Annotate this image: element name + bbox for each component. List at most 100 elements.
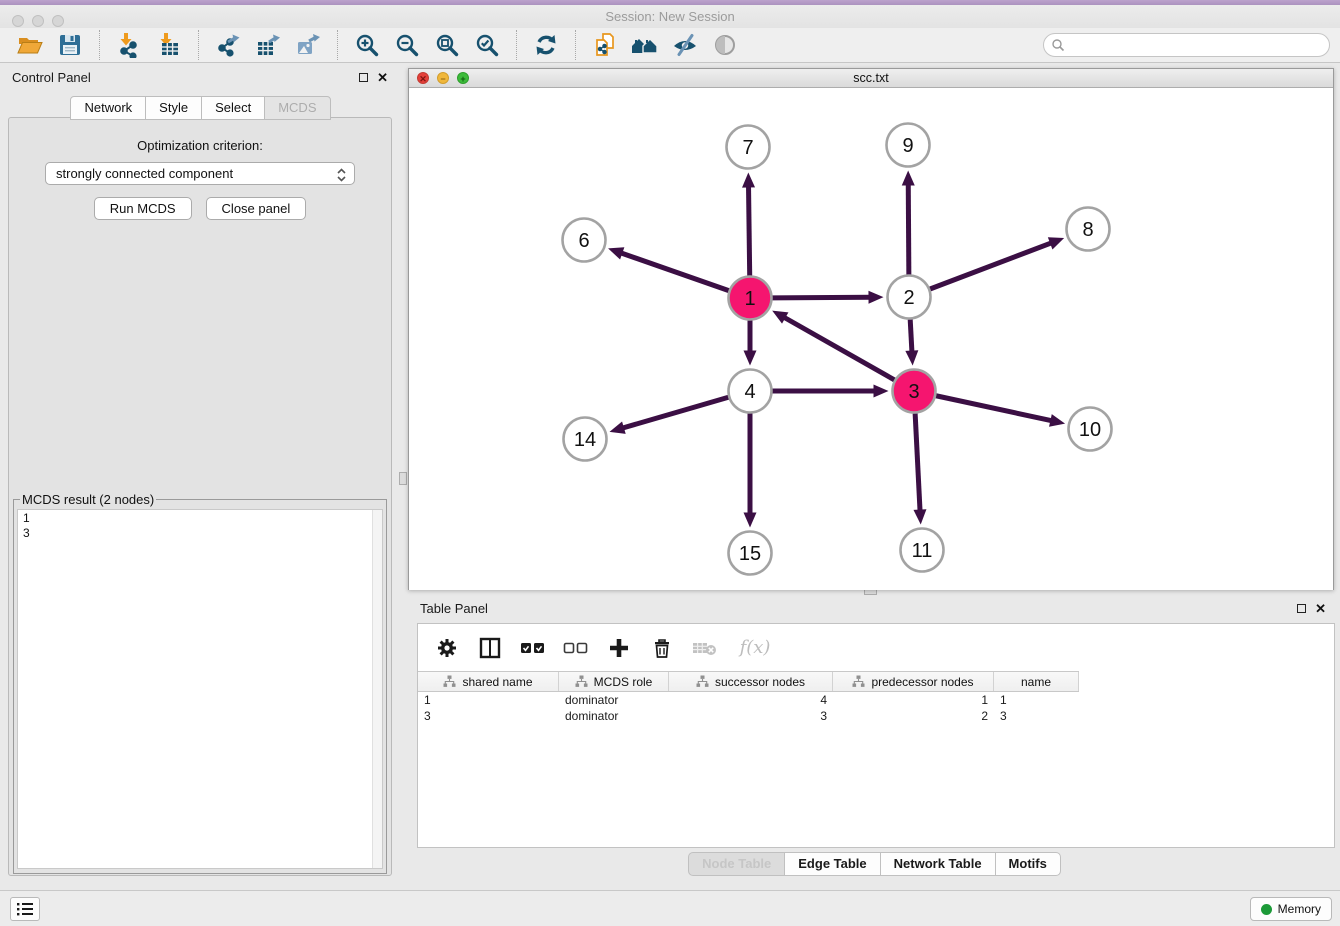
optimization-criterion-select[interactable]: strongly connected component — [45, 162, 355, 185]
float-panel-icon[interactable] — [359, 73, 368, 82]
close-table-panel-icon[interactable]: ✕ — [1315, 602, 1326, 615]
tab-mcds[interactable]: MCDS — [264, 96, 330, 120]
table-row[interactable]: 1dominator411 — [418, 692, 1079, 708]
edge-3-11[interactable] — [915, 413, 920, 512]
tab-select[interactable]: Select — [201, 96, 265, 120]
network-canvas[interactable]: 1234678910111415 — [409, 89, 1333, 590]
export-network-icon — [215, 32, 241, 58]
cell-predecessor-nodes[interactable]: 1 — [833, 692, 994, 708]
application-window: Session: New Session — [0, 0, 1340, 926]
window-traffic-lights[interactable] — [12, 15, 64, 27]
column-header-MCDS-role[interactable]: MCDS role — [559, 672, 669, 691]
close-panel-icon[interactable]: ✕ — [377, 71, 388, 84]
node-table[interactable]: shared nameMCDS rolesuccessor nodesprede… — [418, 671, 1079, 724]
cell-successor-nodes[interactable]: 3 — [669, 708, 833, 724]
show-columns-button[interactable] — [477, 635, 503, 661]
tab-node-table[interactable]: Node Table — [688, 852, 785, 876]
column-header-name[interactable]: name — [994, 672, 1079, 691]
cell-shared-name[interactable]: 3 — [418, 708, 559, 724]
clone-network-button[interactable] — [585, 30, 625, 60]
zoom-in-button[interactable] — [347, 30, 387, 60]
close-panel-button[interactable]: Close panel — [206, 197, 307, 220]
network-window-titlebar[interactable]: ✕ − + scc.txt — [409, 69, 1333, 88]
edge-4-14[interactable] — [621, 397, 728, 428]
cell-name[interactable]: 3 — [994, 708, 1079, 724]
tab-edge-table[interactable]: Edge Table — [784, 852, 880, 876]
tab-network-table[interactable]: Network Table — [880, 852, 996, 876]
table-settings-button[interactable] — [434, 635, 460, 661]
export-image-button[interactable] — [288, 30, 328, 60]
edge-2-9[interactable] — [908, 182, 909, 274]
toolbar-separator — [575, 30, 576, 60]
export-table-button[interactable] — [248, 30, 288, 60]
close-window-icon[interactable] — [12, 15, 24, 27]
control-panel-header: Control Panel ✕ — [0, 63, 400, 91]
memory-button[interactable]: Memory — [1250, 897, 1332, 921]
edge-2-8[interactable] — [930, 242, 1053, 289]
search-input[interactable] — [1065, 38, 1322, 52]
memory-status-icon — [1261, 904, 1272, 915]
edge-1-7[interactable] — [748, 184, 749, 275]
zoom-selected-button[interactable] — [467, 30, 507, 60]
export-network-button[interactable] — [208, 30, 248, 60]
maximize-window-icon[interactable] — [52, 15, 64, 27]
hierarchy-icon — [443, 675, 456, 688]
cell-successor-nodes[interactable]: 4 — [669, 692, 833, 708]
hierarchy-icon — [575, 675, 588, 688]
column-header-shared-name[interactable]: shared name — [418, 672, 559, 691]
deselect-all-button[interactable] — [563, 635, 589, 661]
hide-selected-button[interactable] — [665, 30, 705, 60]
mcds-result-list[interactable]: 13 — [17, 509, 383, 869]
minimize-window-icon[interactable] — [32, 15, 44, 27]
delete-table-icon — [692, 638, 718, 658]
arrowhead-icon — [744, 351, 757, 366]
search-field[interactable] — [1043, 33, 1330, 57]
edge-3-10[interactable] — [936, 396, 1053, 421]
tab-style[interactable]: Style — [145, 96, 202, 120]
result-scrollbar[interactable] — [372, 510, 382, 868]
import-table-button[interactable] — [149, 30, 189, 60]
table-row[interactable]: 3dominator323 — [418, 708, 1079, 724]
zoom-fit-icon — [434, 32, 460, 58]
column-header-successor-nodes[interactable]: successor nodes — [669, 672, 833, 691]
show-all-button[interactable] — [705, 30, 745, 60]
edge-3-1[interactable] — [783, 316, 895, 379]
vertical-splitter-handle[interactable] — [399, 472, 407, 485]
network-graph[interactable]: 1234678910111415 — [409, 89, 1333, 590]
float-table-panel-icon[interactable] — [1297, 604, 1306, 613]
arrowhead-icon — [1049, 414, 1065, 427]
node-label-1: 1 — [744, 288, 755, 310]
tab-motifs[interactable]: Motifs — [995, 852, 1061, 876]
save-session-button[interactable] — [50, 30, 90, 60]
run-mcds-button[interactable]: Run MCDS — [94, 197, 192, 220]
add-row-button[interactable] — [606, 635, 632, 661]
cell-name[interactable]: 1 — [994, 692, 1079, 708]
close-network-icon[interactable]: ✕ — [417, 72, 429, 84]
node-label-14: 14 — [574, 429, 596, 451]
tab-network[interactable]: Network — [70, 96, 146, 120]
minimize-network-icon[interactable]: − — [437, 72, 449, 84]
delete-table-button[interactable] — [692, 635, 718, 661]
cell-MCDS-role[interactable]: dominator — [559, 692, 669, 708]
cell-MCDS-role[interactable]: dominator — [559, 708, 669, 724]
network-window-traffic-lights[interactable]: ✕ − + — [417, 72, 469, 84]
edge-1-2[interactable] — [772, 297, 871, 298]
mcds-result-title: MCDS result (2 nodes) — [20, 492, 156, 507]
zoom-out-button[interactable] — [387, 30, 427, 60]
apply-layout-button[interactable] — [526, 30, 566, 60]
function-builder-button[interactable]: f(x) — [735, 635, 775, 661]
first-neighbors-button[interactable] — [625, 30, 665, 60]
open-session-button[interactable] — [10, 30, 50, 60]
zoom-fit-button[interactable] — [427, 30, 467, 60]
cell-shared-name[interactable]: 1 — [418, 692, 559, 708]
node-label-7: 7 — [742, 137, 753, 159]
cell-predecessor-nodes[interactable]: 2 — [833, 708, 994, 724]
import-network-button[interactable] — [109, 30, 149, 60]
edge-2-3[interactable] — [910, 319, 912, 353]
zoom-network-icon[interactable]: + — [457, 72, 469, 84]
column-header-predecessor-nodes[interactable]: predecessor nodes — [833, 672, 994, 691]
select-all-button[interactable] — [520, 635, 546, 661]
edge-1-6[interactable] — [619, 252, 728, 290]
delete-row-button[interactable] — [649, 635, 675, 661]
task-history-button[interactable] — [10, 897, 40, 921]
